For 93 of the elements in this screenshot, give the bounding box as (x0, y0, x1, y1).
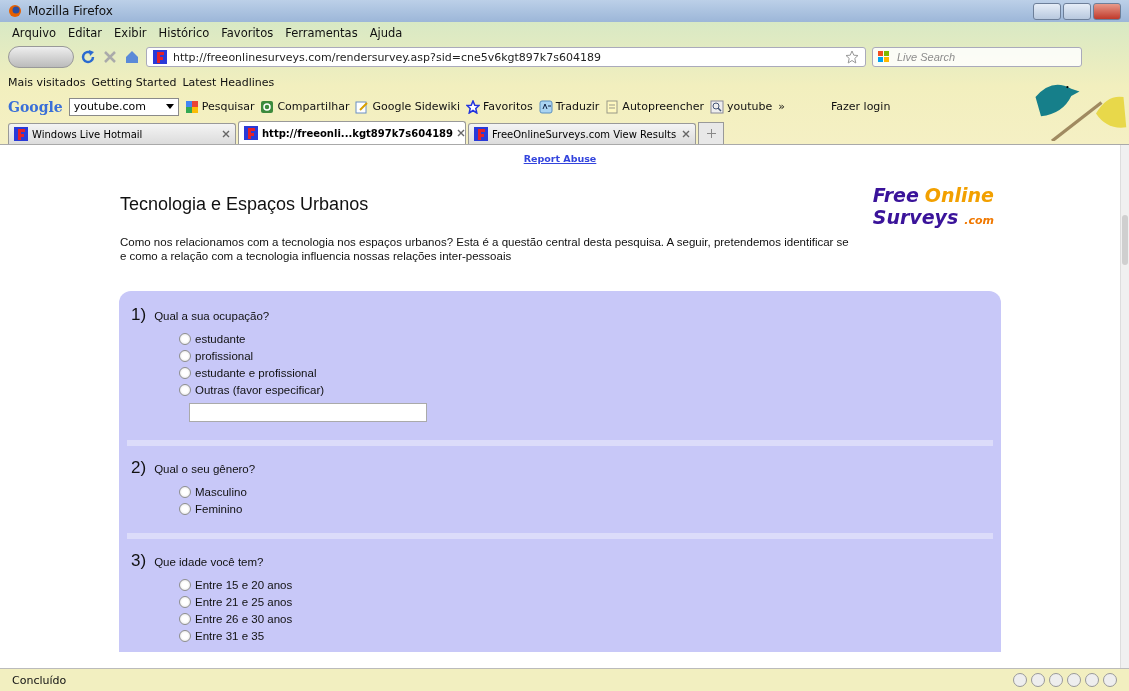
question-text: Que idade você tem? (154, 556, 264, 568)
close-icon[interactable] (222, 130, 230, 138)
question-text: Qual o seu gênero? (154, 463, 256, 475)
radio-button[interactable] (179, 384, 191, 396)
toolbar-logo: Google (8, 98, 63, 115)
new-tab-button[interactable] (698, 122, 724, 144)
toolbar-button[interactable]: youtube (710, 99, 773, 114)
radio-option[interactable]: Masculino (179, 486, 989, 498)
back-forward-button[interactable] (8, 46, 74, 68)
menu-item[interactable]: Ferramentas (285, 26, 358, 40)
radio-button[interactable] (179, 579, 191, 591)
question-text: Qual a sua ocupação? (154, 310, 270, 322)
minimize-button[interactable] (1033, 2, 1061, 20)
media-control-icon[interactable] (1103, 673, 1117, 687)
radio-option[interactable]: Entre 26 e 30 anos (179, 613, 989, 625)
radio-option[interactable]: estudante (179, 333, 989, 345)
menu-item[interactable]: Exibir (114, 26, 147, 40)
window-title: Mozilla Firefox (28, 4, 113, 18)
toolbar-button[interactable]: Favoritos (466, 99, 533, 114)
radio-button[interactable] (179, 503, 191, 515)
share-icon (260, 99, 275, 114)
search-field[interactable]: Live Search (895, 50, 1069, 64)
close-icon[interactable] (682, 130, 690, 138)
menu-item[interactable]: Editar (68, 26, 103, 40)
radio-option[interactable]: Entre 15 e 20 anos (179, 579, 989, 591)
radio-button[interactable] (179, 630, 191, 642)
home-icon[interactable] (124, 49, 140, 65)
scrollbar[interactable] (1120, 145, 1129, 668)
star-icon[interactable] (845, 50, 859, 64)
radio-option[interactable]: estudante e profissional (179, 367, 989, 379)
menu-item[interactable]: Favoritos (221, 26, 274, 40)
radio-button[interactable] (179, 333, 191, 345)
question-number: 2) (131, 458, 147, 478)
pencil-note-icon (355, 99, 370, 114)
address-field[interactable]: http://freeonlinesurveys.com/rendersurvey.asp?sid=cne5v6kgt897k7s604189 (146, 47, 866, 67)
status-text: Concluído (12, 673, 67, 687)
star-icon (466, 99, 480, 114)
site-icon (244, 126, 258, 140)
browser-tab[interactable]: Windows Live Hotmail (8, 123, 236, 144)
menu-item[interactable]: Histórico (158, 26, 210, 40)
question-number: 3) (131, 551, 147, 571)
menu-item[interactable]: Arquivo (12, 26, 57, 40)
radio-option[interactable]: profissional (179, 350, 989, 362)
browser-logo-icon (8, 4, 22, 18)
search-box[interactable]: Live Search (872, 47, 1082, 67)
radio-option[interactable]: Outras (favor especificar) (179, 384, 989, 396)
question-number: 1) (131, 305, 147, 325)
site-logo: Free Online Surveys .com (872, 184, 995, 230)
stop-icon[interactable] (102, 49, 118, 65)
radio-option[interactable]: Entre 31 e 35 (179, 630, 989, 642)
radio-option[interactable]: Feminino (179, 503, 989, 515)
radio-button[interactable] (179, 367, 191, 379)
radio-button[interactable] (179, 613, 191, 625)
login-button[interactable]: Fazer login (830, 100, 891, 113)
media-control-icon[interactable] (1067, 673, 1081, 687)
notepad-icon (605, 99, 620, 114)
bookmark-link[interactable]: Getting Started (91, 75, 177, 89)
toolbar-button[interactable]: Pesquisar (184, 99, 255, 114)
restore-button[interactable] (1063, 2, 1091, 20)
radio-button[interactable] (179, 350, 191, 362)
toolbar-button[interactable]: Google Sidewiki (355, 99, 460, 114)
survey-intro: Como nos relacionamos com a tecnologia nos espaços urbanos? Esta é a questão central desta pesquisa. A seguir, pretendemos identificar se e como a relação com a tecnologia influencia nossas relações inter-pessoais (120, 235, 850, 263)
site-icon (14, 127, 28, 141)
close-icon[interactable] (457, 129, 465, 137)
more-button[interactable]: » (778, 100, 785, 113)
toolbar-search-field[interactable]: youtube.com (68, 97, 179, 116)
site-icon (153, 50, 167, 64)
menu-item[interactable]: Ajuda (369, 26, 403, 40)
report-abuse-link[interactable]: Report Abuse (523, 153, 597, 164)
translate-icon (538, 99, 553, 114)
reload-icon[interactable] (80, 49, 96, 65)
windows-flag-icon (877, 50, 891, 64)
bookmark-link[interactable]: Mais visitados (8, 75, 86, 89)
close-button[interactable] (1093, 2, 1121, 20)
magnifier-icon (710, 99, 724, 114)
toolbar-button[interactable]: Traduzir (538, 99, 600, 114)
media-control-icon[interactable] (1031, 673, 1045, 687)
media-control-icon[interactable] (1049, 673, 1063, 687)
plus-icon (706, 129, 716, 138)
dropdown-arrow-icon (165, 104, 174, 109)
media-control-icon[interactable] (1013, 673, 1027, 687)
browser-tab[interactable]: FreeOnlineSurveys.com View Results (468, 123, 696, 144)
browser-tab[interactable]: http://freeonli...kgt897k7s604189 (238, 121, 466, 144)
media-control-icon[interactable] (1085, 673, 1099, 687)
other-text-field[interactable] (189, 403, 427, 422)
radio-button[interactable] (179, 486, 191, 498)
bookmark-link[interactable]: Latest Headlines (182, 75, 275, 89)
survey-title: Tecnologia e Espaços Urbanos (120, 194, 370, 215)
site-icon (474, 127, 488, 141)
radio-button[interactable] (179, 596, 191, 608)
radio-option[interactable]: Entre 21 e 25 anos (179, 596, 989, 608)
toolbar-button[interactable]: Autopreencher (605, 99, 704, 114)
toolbar-button[interactable]: Compartilhar (260, 99, 350, 114)
